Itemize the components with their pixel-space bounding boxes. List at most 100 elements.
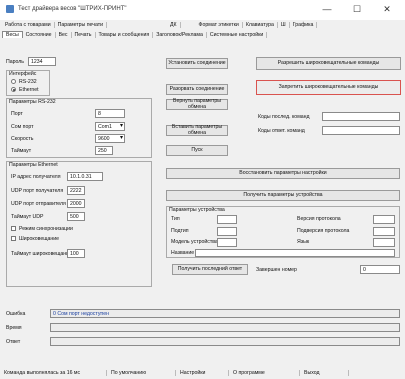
udp-send-input[interactable]: 2000 [67,199,85,208]
subtype-label: Подтип [171,228,189,234]
error-label: Ошибка [6,311,26,317]
udp-recv-input[interactable]: 2222 [67,186,85,195]
left-panel: Пароль 1234 Интерфейс RS-232 Ethernet Па… [4,40,154,295]
error-field: 0 Сом порт недоступен [50,309,400,318]
settings-button[interactable]: Настройки [176,370,229,376]
get-device-params-button[interactable]: Получить параметры устройства [166,190,400,201]
forbid-broadcast-button[interactable]: Запретить широковещательные команды [256,80,401,95]
answer-field [50,337,400,346]
minimize-button[interactable]: — [313,2,341,16]
broadcast-timeout-input[interactable]: 100 [67,249,85,258]
com-select[interactable]: Com1 [95,122,125,131]
allow-broadcast-button[interactable]: Разрешить широковещательные команды [256,57,401,70]
timeout-label: Таймаут [11,148,32,154]
tab-state[interactable]: Состояние [23,31,56,38]
time-field [50,323,400,332]
language-label: Язык [297,239,310,245]
language-input[interactable] [373,238,395,247]
password-label: Пароль [6,59,24,65]
sync-mode-checkbox[interactable] [11,226,16,231]
device-params-group: Параметры устройства Тип Подтип Модель у… [166,206,400,258]
tab-keyboard[interactable]: Клавиатура [243,22,278,28]
restore-settings-button[interactable]: Восстановить параметры настройки [166,168,400,179]
tab-print-params[interactable]: Параметры печати [55,22,107,28]
name-label: Название [171,250,195,256]
app-icon [6,5,14,13]
connect-button[interactable]: Установить соединение [166,58,228,69]
radio-ethernet-label: Ethernet [19,87,39,93]
tab-scales[interactable]: Весы [2,31,23,38]
default-button[interactable]: По умолчанию [107,370,176,376]
radio-rs232[interactable] [11,79,16,84]
interface-group: Интерфейс RS-232 Ethernet [6,70,50,96]
protocol-subversion-label: Подверсия протокола [297,228,350,234]
radio-ethernet[interactable] [11,87,16,92]
last-number-input[interactable]: 0 [360,265,400,274]
protocol-version-input[interactable] [373,215,395,224]
exit-button[interactable]: Выход [300,370,349,376]
type-label: Тип [171,216,180,222]
protocol-subversion-input[interactable] [373,227,395,236]
get-last-answer-button[interactable]: Получить последний ответ [172,264,248,275]
apply-exchange-button[interactable]: Вставить параметры обмена [166,124,228,136]
device-params-label: Параметры устройства [169,207,225,213]
tab-graphics[interactable]: Графика [290,22,318,28]
tab-print[interactable]: Печать [72,31,96,38]
model-input[interactable] [217,238,237,247]
main-tabs: Весы Состояние Вес Печать Товары и сообщ… [2,30,402,39]
tab-weight[interactable]: Вес [56,31,72,38]
top-tabs: Работа с товарами Параметры печати ДК Фо… [2,20,402,30]
subtype-input[interactable] [217,227,237,236]
reply-codes-label: Коды ответ. команд [258,128,305,134]
start-button[interactable]: Пуск [166,145,228,156]
password-input[interactable]: 1234 [28,57,56,66]
rs232-group: Параметры RS-232 Порт 8 Сом порт Com1 Ск… [6,98,152,158]
timeout-input[interactable]: 250 [95,146,113,155]
udp-recv-label: UDP порт получателя [11,188,64,194]
tab-dk[interactable]: ДК [167,22,181,28]
status-timing: Команда выполнялась за 16 мс [0,370,107,376]
cmd-codes-input[interactable] [322,112,400,121]
time-label: Время [6,325,22,331]
broadcast-checkbox[interactable] [11,236,16,241]
radio-rs232-label: RS-232 [19,79,37,85]
port-label: Порт [11,111,23,117]
type-input[interactable] [217,215,237,224]
interface-label: Интерфейс [9,71,37,77]
ethernet-group: Параметры Ethernet IP адрес получателя 1… [6,161,152,287]
tab-system-settings[interactable]: Системные настройки [207,31,268,38]
speed-select[interactable]: 9600 [95,134,125,143]
title-bar: Тест драйвера весов "ШТРИХ-ПРИНТ" — ☐ ✕ [0,0,405,20]
ip-input[interactable]: 10.1.0.31 [67,172,103,181]
udp-timeout-label: Таймаут UDP [11,214,44,220]
protocol-version-label: Версия протокола [297,216,341,222]
com-label: Сом порт [11,124,34,130]
cmd-codes-label: Коды послед. команд [258,114,310,120]
tab-goods[interactable]: Работа с товарами [2,22,55,28]
port-input[interactable]: 8 [95,109,125,118]
broadcast-label: Широковещание [19,236,60,242]
sync-mode-label: Режим синхронизации [19,226,73,232]
window-title: Тест драйвера весов "ШТРИХ-ПРИНТ" [18,6,127,12]
tab-header-ads[interactable]: Заголовок/Реклама [153,31,207,38]
tab-goods-messages[interactable]: Товары и сообщения [96,31,154,38]
restore-exchange-button[interactable]: Вернуть параметры обмена [166,98,228,110]
status-bar: Команда выполнялась за 16 мс По умолчани… [0,367,405,379]
ethernet-label: Параметры Ethernet [9,162,58,168]
udp-timeout-input[interactable]: 500 [67,212,85,221]
udp-send-label: UDP порт отправителя [11,201,66,207]
tab-label-format[interactable]: Формат этикетки [196,22,243,28]
answer-label: Ответ [6,339,21,345]
about-button[interactable]: О программе [229,370,300,376]
maximize-button[interactable]: ☐ [343,2,371,16]
ip-label: IP адрес получателя [11,174,61,180]
model-label: Модель устройства [171,239,218,245]
reply-codes-input[interactable] [322,126,400,135]
disconnect-button[interactable]: Разорвать соединение [166,84,228,95]
tab-sh[interactable]: Ш [278,22,290,28]
close-button[interactable]: ✕ [373,2,401,16]
broadcast-timeout-label: Таймаут широковещания [11,251,72,257]
name-input[interactable] [195,249,395,257]
last-number-label: Завершен номер [256,267,297,273]
speed-label: Скорость [11,136,34,142]
